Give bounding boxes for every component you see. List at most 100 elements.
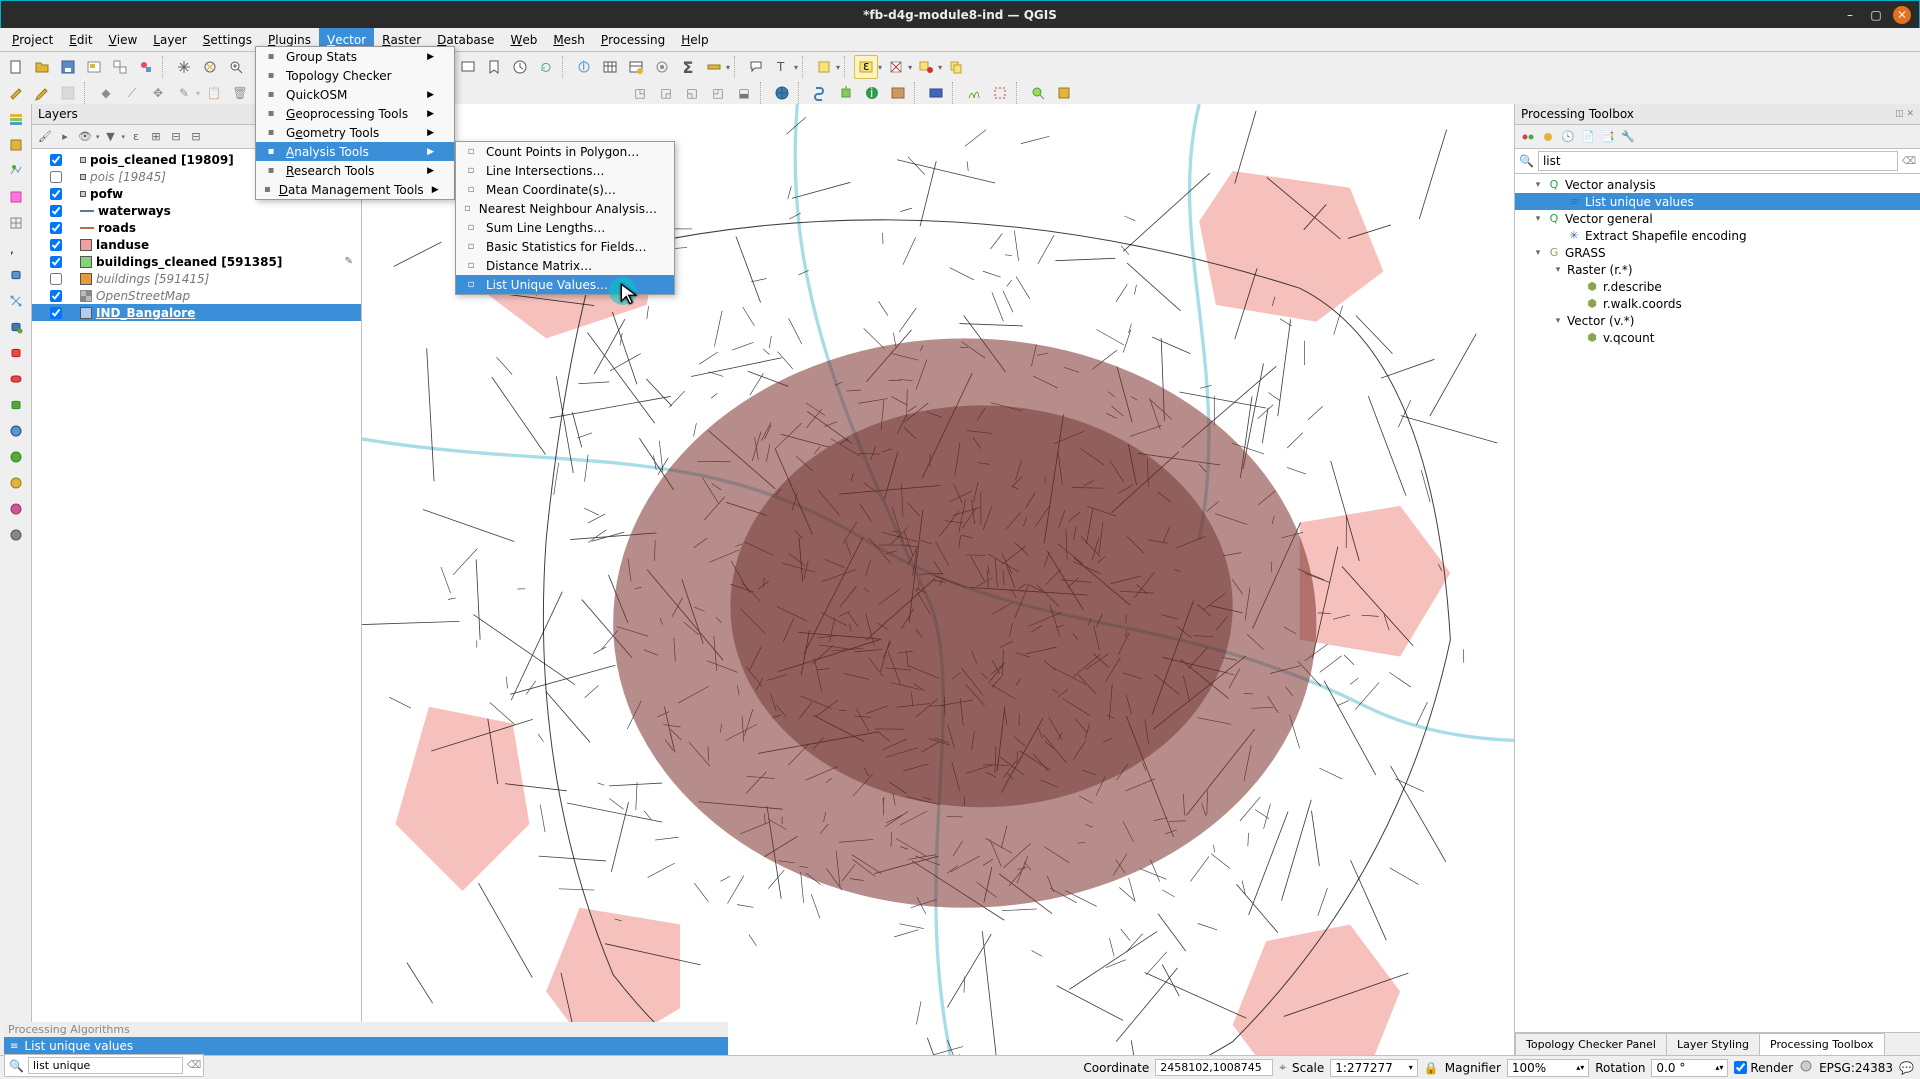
- vector-menu-research-tools[interactable]: ▪Research Tools▶: [256, 161, 454, 180]
- new-geopackage-icon[interactable]: [4, 134, 28, 156]
- coordinate-input[interactable]: [1155, 1059, 1273, 1076]
- layer-visibility-checkbox[interactable]: [50, 273, 62, 285]
- layout-manager-icon[interactable]: [108, 55, 132, 79]
- josm-icon[interactable]: [1052, 81, 1076, 105]
- select-features-icon[interactable]: [812, 55, 836, 79]
- remove-layer-icon[interactable]: ⊟: [187, 128, 205, 146]
- pan-icon[interactable]: [172, 55, 196, 79]
- menu-processing[interactable]: Processing: [593, 28, 673, 51]
- statistics-icon[interactable]: Σ: [676, 55, 700, 79]
- select-by-value-icon[interactable]: ε: [854, 55, 878, 79]
- layer-visibility-checkbox[interactable]: [50, 256, 62, 268]
- add-xyz-icon[interactable]: [4, 446, 28, 468]
- toolbox-item[interactable]: ≡List unique values: [1515, 193, 1920, 210]
- layer-row[interactable]: OpenStreetMap: [32, 287, 361, 304]
- toolbox-options-icon[interactable]: 🔧: [1619, 128, 1637, 146]
- analysis-distance-matrix-[interactable]: ▫Distance Matrix…: [456, 256, 674, 275]
- minimize-button[interactable]: –: [1841, 6, 1859, 24]
- quickosm-icon[interactable]: [1026, 81, 1050, 105]
- add-vector-icon[interactable]: [4, 160, 28, 182]
- field-calculator-icon[interactable]: [624, 55, 648, 79]
- add-postgis-icon[interactable]: [4, 316, 28, 338]
- toolbox-dock-icon[interactable]: ◫ ✕: [1895, 109, 1914, 119]
- toolbox-search-input[interactable]: [1538, 151, 1898, 171]
- toolbox-results-icon[interactable]: 📄: [1579, 128, 1597, 146]
- layer-visibility-checkbox[interactable]: [50, 154, 62, 166]
- toolbox-model-icon[interactable]: [1519, 128, 1537, 146]
- temporal-icon[interactable]: [508, 55, 532, 79]
- georeferencer-icon[interactable]: [886, 81, 910, 105]
- layer-tree[interactable]: pois_cleaned [19809]pois [19845]pofwwate…: [32, 149, 361, 1055]
- pan-to-selection-icon[interactable]: [198, 55, 222, 79]
- save-project-icon[interactable]: [56, 55, 80, 79]
- analysis-sum-line-lengths-[interactable]: ▫Sum Line Lengths…: [456, 218, 674, 237]
- toolbox-edit-in-place-icon[interactable]: 📑: [1599, 128, 1617, 146]
- toolbox-history-icon[interactable]: 🕓: [1559, 128, 1577, 146]
- add-mssql-icon[interactable]: [4, 342, 28, 364]
- add-afs-icon[interactable]: [4, 524, 28, 546]
- layer-row[interactable]: buildings [591415]: [32, 270, 361, 287]
- layer-row[interactable]: buildings_cleaned [591385]✎: [32, 253, 361, 270]
- new-bookmark-icon[interactable]: [482, 55, 506, 79]
- expand-caret-icon[interactable]: ▾: [1553, 316, 1563, 326]
- info-globe-icon[interactable]: i: [860, 81, 884, 105]
- toolbox-script-icon[interactable]: [1539, 128, 1557, 146]
- render-checkbox[interactable]: Render: [1734, 1061, 1793, 1075]
- map-tips-icon[interactable]: [744, 55, 768, 79]
- clear-search-icon[interactable]: ⌫: [1902, 156, 1916, 167]
- menu-edit[interactable]: Edit: [61, 28, 100, 51]
- close-button[interactable]: ✕: [1893, 6, 1911, 24]
- layer-visibility-checkbox[interactable]: [50, 290, 62, 302]
- panel-tab[interactable]: Processing Toolbox: [1759, 1033, 1885, 1055]
- layer-row[interactable]: roads: [32, 219, 361, 236]
- crs-icon[interactable]: [1799, 1059, 1813, 1076]
- locator-input[interactable]: 🔍 ⌫: [4, 1054, 204, 1077]
- vector-menu-quickosm[interactable]: ▪QuickOSM▶: [256, 85, 454, 104]
- expand-caret-icon[interactable]: ▾: [1533, 214, 1543, 224]
- layer-visibility-checkbox[interactable]: [50, 205, 62, 217]
- save-edits-icon[interactable]: [56, 81, 80, 105]
- toolbox-item[interactable]: ▾GGRASS: [1515, 244, 1920, 261]
- new-map-view-icon[interactable]: [456, 55, 480, 79]
- menu-view[interactable]: View: [101, 28, 146, 51]
- analysis-list-unique-values-[interactable]: ▫List Unique Values…: [456, 275, 674, 294]
- keyboard-shortcuts-icon[interactable]: [924, 81, 948, 105]
- python-console-icon[interactable]: [808, 81, 832, 105]
- modify-attrs-icon[interactable]: 📋: [202, 81, 226, 105]
- locator-result-row[interactable]: ≡ List unique values: [4, 1037, 728, 1055]
- menu-project[interactable]: Project: [4, 28, 61, 51]
- new-print-layout-icon[interactable]: [82, 55, 106, 79]
- menu-web[interactable]: Web: [502, 28, 545, 51]
- layer-row[interactable]: IND_Bangalore: [32, 304, 361, 321]
- layer-visibility-checkbox[interactable]: [50, 222, 62, 234]
- style-manager-icon[interactable]: [134, 55, 158, 79]
- filter-legend-icon[interactable]: ▼: [102, 128, 120, 146]
- layer-visibility-checkbox[interactable]: [50, 239, 62, 251]
- processing-toolbox-icon[interactable]: [650, 55, 674, 79]
- identify-icon[interactable]: i: [572, 55, 596, 79]
- menu-layer[interactable]: Layer: [145, 28, 194, 51]
- analysis-line-intersections-[interactable]: ▫Line Intersections…: [456, 161, 674, 180]
- add-feature-icon[interactable]: ◆: [94, 81, 118, 105]
- add-wms-icon[interactable]: [4, 420, 28, 442]
- layer-row[interactable]: waterways: [32, 202, 361, 219]
- toggle-extents-icon[interactable]: ⌖: [1279, 1060, 1286, 1075]
- measure-icon[interactable]: [702, 55, 726, 79]
- plugins-icon[interactable]: [834, 81, 858, 105]
- layer-row[interactable]: landuse: [32, 236, 361, 253]
- vector-menu-geometry-tools[interactable]: ▪Geometry Tools▶: [256, 123, 454, 142]
- analysis-nearest-neighbour-analysis-[interactable]: ▫Nearest Neighbour Analysis…: [456, 199, 674, 218]
- select-location-icon[interactable]: [914, 55, 938, 79]
- toolbox-item[interactable]: ⬢r.walk.coords: [1515, 295, 1920, 312]
- messages-icon[interactable]: 💬: [1899, 1061, 1914, 1075]
- panel-tab[interactable]: Layer Styling: [1666, 1033, 1760, 1055]
- deselect-icon[interactable]: [884, 55, 908, 79]
- toolbox-tabs[interactable]: Topology Checker PanelLayer StylingProce…: [1515, 1032, 1920, 1055]
- toolbox-item[interactable]: ⬢v.qcount: [1515, 329, 1920, 346]
- menu-mesh[interactable]: Mesh: [545, 28, 593, 51]
- manage-themes-icon[interactable]: 👁: [76, 128, 94, 146]
- grass-region-icon[interactable]: [988, 81, 1012, 105]
- web-globe-icon[interactable]: [770, 81, 794, 105]
- layer-visibility-checkbox[interactable]: [50, 307, 62, 319]
- add-wfs-icon[interactable]: [4, 498, 28, 520]
